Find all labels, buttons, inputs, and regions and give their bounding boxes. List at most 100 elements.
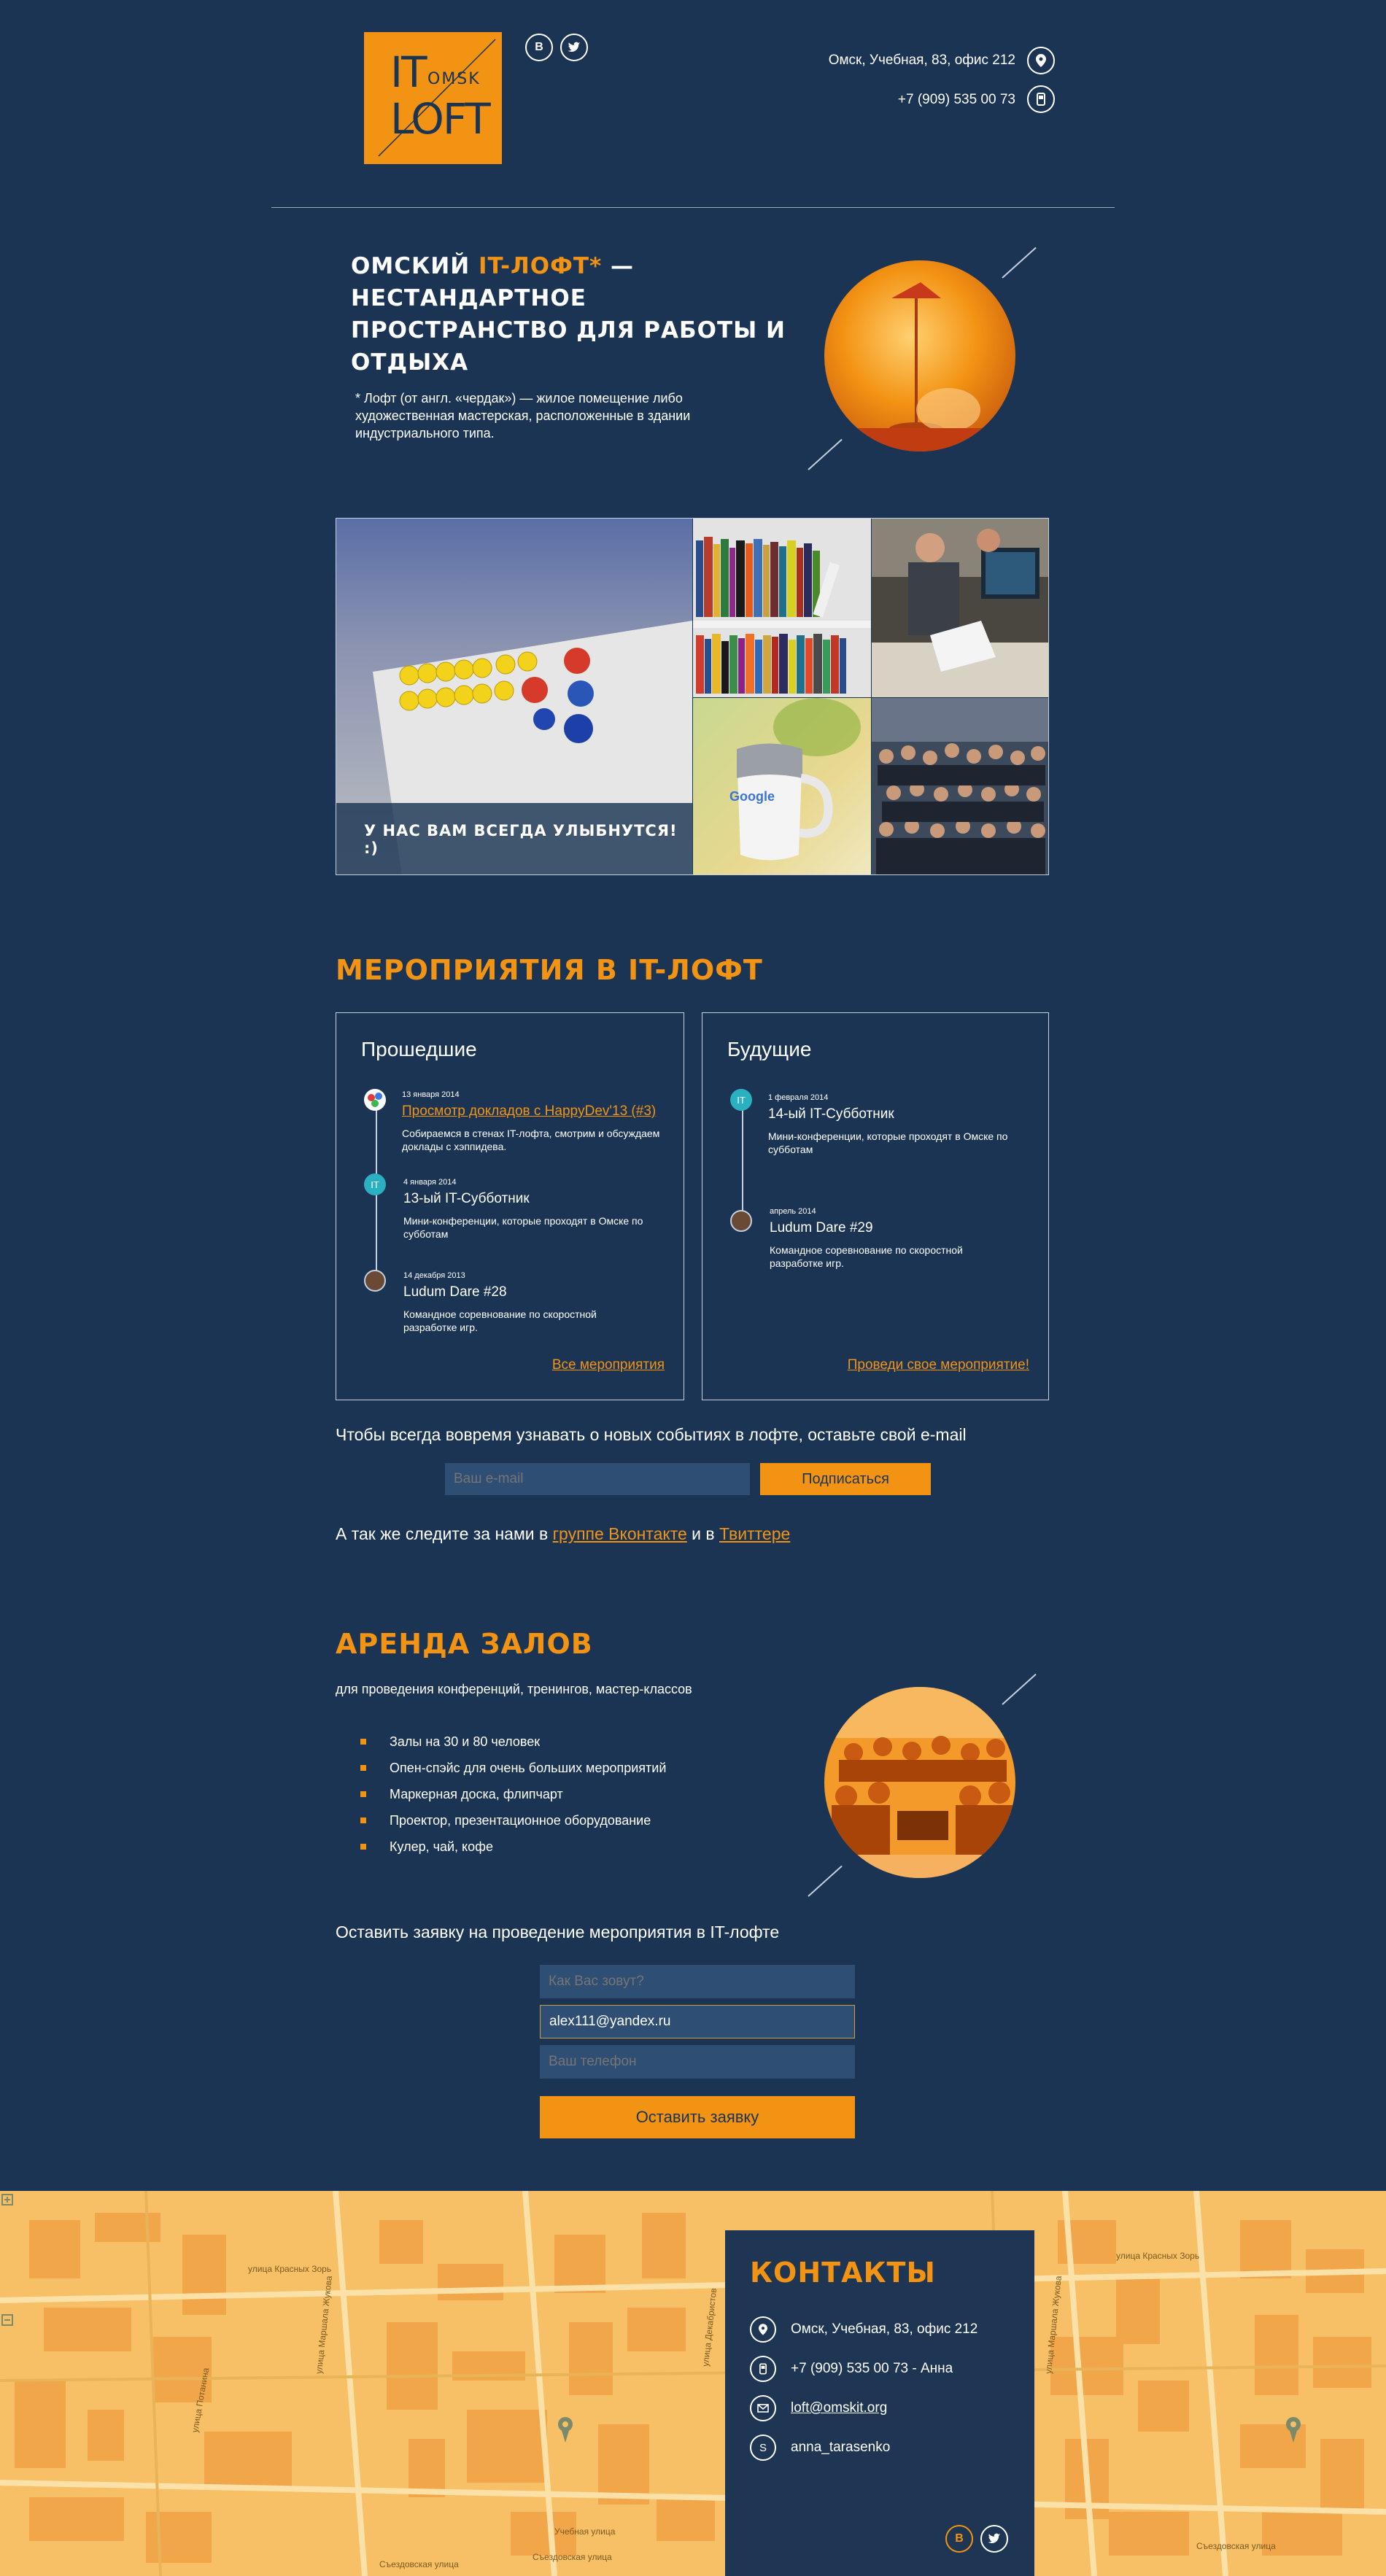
event-title: 14-ый IT-Субботник: [768, 1106, 894, 1122]
skype-icon: S: [750, 2435, 776, 2461]
event-item: апрель 2014 Ludum Dare #29 Командное сор…: [770, 1207, 1018, 1270]
phone-icon: [750, 2356, 776, 2382]
it-subbotnik-icon: IT: [730, 1089, 752, 1111]
rent-subtitle: для проведения конференций, тренингов, м…: [336, 1682, 692, 1696]
logo-loft: LOFT: [390, 94, 491, 144]
event-desc: Командное соревнование по скоростной раз…: [403, 1308, 597, 1333]
email-subscribe-input[interactable]: [445, 1463, 750, 1495]
contact-address-text: Омск, Учебная, 83, офис 212: [791, 2321, 978, 2337]
conference-photo: [824, 1687, 1015, 1878]
rent-feature: Опен-спэйс для очень больших мероприятий: [357, 1755, 666, 1781]
rent-feature: Залы на 30 и 80 человек: [357, 1729, 666, 1755]
decor-line: [1002, 1673, 1037, 1705]
email-input[interactable]: [540, 2005, 855, 2038]
rent-feature: Проектор, презентационное оборудование: [357, 1807, 666, 1834]
contact-phone: +7 (909) 535 00 73 - Анна: [750, 2356, 953, 2382]
decor-line: [808, 438, 843, 470]
event-desc: Мини-конференции, которые проходят в Омс…: [403, 1215, 643, 1240]
vk-group-link[interactable]: группе Вконтакте: [553, 1524, 687, 1543]
subscribe-button[interactable]: Подписаться: [760, 1463, 931, 1495]
future-events-panel: Будущие IT 1 февраля 2014 14-ый IT-Суббо…: [702, 1012, 1049, 1400]
hero-title-part: Омский: [351, 253, 479, 279]
smiley-board-photo: У нас вам всегда улыбнутся! :): [336, 519, 692, 874]
map-street-label: Съездовская улица: [533, 2552, 612, 2562]
contact-email-link[interactable]: loft@omskit.org: [791, 2400, 887, 2416]
follow-text-part: и в: [686, 1524, 720, 1543]
vk-button[interactable]: В: [525, 34, 553, 61]
events-heading: Мероприятия в IT-лофт: [336, 954, 763, 986]
event-title: Ludum Dare #29: [770, 1220, 873, 1235]
hero-title-highlight: IT-лофт*: [478, 253, 603, 279]
all-events-link[interactable]: Все мероприятия: [552, 1357, 665, 1373]
logo-it: IT: [390, 47, 427, 97]
request-form-title: Оставить заявку на проведение мероприяти…: [336, 1923, 780, 1941]
twitter-button[interactable]: [560, 34, 588, 61]
rent-heading: Аренда залов: [336, 1628, 593, 1660]
future-events-title: Будущие: [727, 1038, 812, 1060]
follow-text: А так же следите за нами в группе Вконта…: [336, 1524, 790, 1544]
header-address: Омск, Учебная, 83, офис 212: [828, 53, 1015, 68]
mail-icon: [750, 2395, 776, 2421]
event-title: 13-ый IT-Субботник: [403, 1191, 530, 1206]
header-divider: [271, 207, 1115, 208]
map-street-label: улица Красных Зорь: [1116, 2251, 1200, 2261]
vk-button[interactable]: В: [945, 2525, 973, 2553]
name-input[interactable]: [540, 1965, 855, 1998]
decor-line: [808, 1865, 843, 1897]
contact-phone-text: +7 (909) 535 00 73 - Анна: [791, 2361, 953, 2376]
event-item: 14 декабря 2013 Ludum Dare #28 Командное…: [403, 1271, 651, 1334]
google-mug-photo: Google: [693, 698, 871, 874]
map-street-label: улица Красных Зорь: [248, 2264, 332, 2274]
event-item: 13 января 2014 Просмотр докладов с Happy…: [402, 1090, 665, 1153]
map-street-label: Съездовская улица: [1196, 2541, 1276, 2551]
rent-feature: Маркерная доска, флипчарт: [357, 1781, 666, 1807]
location-pin-icon: [750, 2316, 776, 2343]
phone-input[interactable]: [540, 2045, 855, 2079]
event-date: 14 декабря 2013: [403, 1271, 465, 1280]
event-desc: Командное соревнование по скоростной раз…: [770, 1244, 963, 1269]
photo-gallery: У нас вам всегда улыбнутся! :): [336, 518, 1049, 875]
phone-icon: [1027, 85, 1055, 113]
event-title-link[interactable]: Просмотр докладов с HappyDev'13 (#3): [402, 1103, 665, 1120]
it-badge-text: IT: [371, 1179, 379, 1190]
vk-icon: В: [955, 2532, 964, 2545]
contact-skype-text: anna_tarasenko: [791, 2440, 891, 2455]
contact-email: loft@omskit.org: [750, 2395, 887, 2421]
follow-text-part: А так же следите за нами в: [336, 1524, 553, 1543]
contacts-heading: Контакты: [750, 2257, 936, 2289]
hero-title: Омский IT-лофт* — нестандартное простран…: [351, 250, 789, 379]
map-street-label: Съездовская улица: [379, 2559, 459, 2569]
rent-features-list: Залы на 30 и 80 человек Опен-спэйс для о…: [357, 1729, 666, 1860]
event-desc: Мини-конференции, которые проходят в Омс…: [768, 1130, 1008, 1155]
logo-omsk: OMSK: [427, 70, 481, 88]
group-photo: [872, 698, 1048, 874]
ludum-dare-icon: [730, 1210, 752, 1232]
vk-icon: В: [535, 41, 543, 53]
event-item: 4 января 2014 13-ый IT-Субботник Мини-ко…: [403, 1178, 651, 1241]
twitter-link[interactable]: Твиттере: [719, 1524, 790, 1543]
event-date: 4 января 2014: [403, 1178, 457, 1187]
past-events-panel: Прошедшие 13 января 2014 Просмотр доклад…: [336, 1012, 684, 1400]
event-date: 1 февраля 2014: [768, 1093, 829, 1102]
timeline-line: [742, 1101, 743, 1214]
past-events-title: Прошедшие: [361, 1038, 477, 1060]
host-event-link[interactable]: Проведи свое мероприятие!: [848, 1357, 1029, 1373]
map-street-label: Учебная улица: [554, 2526, 616, 2537]
rent-feature: Кулер, чай, кофе: [357, 1834, 666, 1860]
twitter-button[interactable]: [980, 2525, 1008, 2553]
lamp-photo: [824, 260, 1015, 451]
event-date: апрель 2014: [770, 1207, 816, 1216]
twitter-icon: [988, 2533, 1001, 2544]
event-desc: Собираемся в стенах IT-лофта, смотрим и …: [402, 1128, 660, 1152]
it-subbotnik-icon: IT: [364, 1173, 386, 1195]
decor-line: [1002, 247, 1037, 279]
site-logo[interactable]: IT LOFT OMSK: [364, 32, 502, 164]
submit-request-button[interactable]: Оставить заявку: [540, 2096, 855, 2138]
event-item: 1 февраля 2014 14-ый IT-Субботник Мини-к…: [768, 1093, 1016, 1156]
event-date: 13 января 2014: [402, 1090, 460, 1099]
header-phone: +7 (909) 535 00 73: [897, 92, 1015, 107]
event-title: Ludum Dare #28: [403, 1284, 507, 1300]
map[interactable]: улица Красных Зорь улица Красных Зорь ул…: [0, 2191, 1386, 2576]
ludum-dare-icon: [364, 1270, 386, 1292]
mug-logo: Google: [729, 789, 775, 804]
